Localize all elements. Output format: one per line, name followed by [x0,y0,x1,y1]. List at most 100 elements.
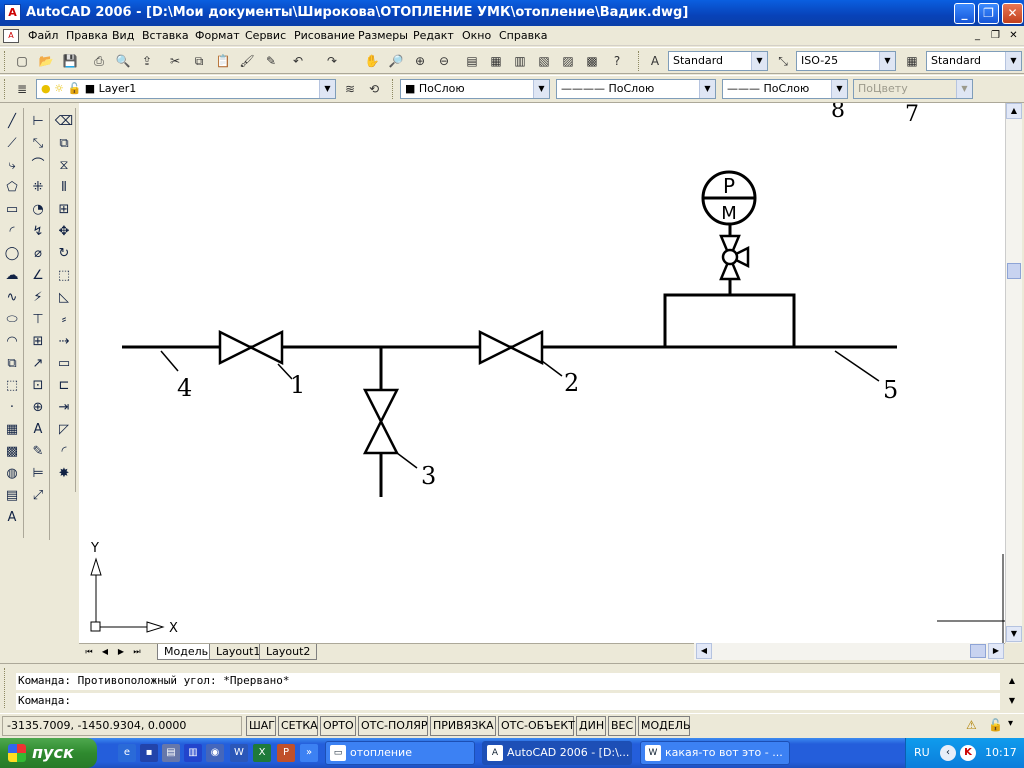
layer-manager-icon[interactable]: ≣ [12,79,32,99]
tool-palettes-icon[interactable]: ▥ [510,51,530,71]
menu-help[interactable]: Справка [495,29,551,42]
toolbar-grip[interactable] [392,79,395,99]
point-icon[interactable]: · [2,398,22,418]
chamfer-icon[interactable]: ◸ [54,420,74,440]
command-grip[interactable] [4,668,10,708]
make-block-icon[interactable]: ⬚ [2,376,22,396]
chevron-down-icon[interactable]: ▼ [751,52,767,70]
task-explorer[interactable]: ▭ отопление [325,741,475,765]
command-scroll-down-icon[interactable]: ▼ [1004,693,1020,709]
rotate-icon[interactable]: ↻ [54,244,74,264]
command-input[interactable]: Команда: [16,693,1000,710]
center-mark-icon[interactable]: ⊕ [28,398,48,418]
scroll-down-icon[interactable]: ▼ [1006,626,1022,642]
menu-window[interactable]: Окно [458,29,495,42]
angular-dimension-icon[interactable]: ∠ [28,266,48,286]
color-combo[interactable]: ■ ПоСлою ▼ [400,79,550,99]
revision-cloud-icon[interactable]: ☁ [2,266,22,286]
redo-icon[interactable]: ↷ [322,51,342,71]
quick-dimension-icon[interactable]: ⚡ [28,288,48,308]
scale-icon[interactable]: ⬚ [54,266,74,286]
new-file-icon[interactable]: ▢ [12,51,32,71]
linetype-combo[interactable]: ———— ПоСлою ▼ [556,79,716,99]
toolbar-grip[interactable] [4,79,7,99]
menu-edit[interactable]: Правка [62,29,112,42]
model-toggle[interactable]: МОДЕЛЬ [638,716,691,736]
archive-icon[interactable]: ▤ [162,744,180,762]
explode-icon[interactable]: ✸ [54,464,74,484]
publish-icon[interactable]: ⇪ [137,51,157,71]
ortho-toggle[interactable]: ОРТО [320,716,356,736]
toolbar-grip[interactable] [638,51,641,71]
scroll-right-icon[interactable]: ▶ [988,643,1004,659]
zoom-realtime-icon[interactable]: 🔎 [386,51,406,71]
restore-button[interactable]: ❐ [978,3,999,24]
table-icon[interactable]: ▤ [2,486,22,506]
task-autocad[interactable]: A AutoCAD 2006 - [D:\... [482,741,632,765]
ie-icon[interactable]: e [118,744,136,762]
scroll-thumb[interactable] [1007,263,1021,279]
multiline-text-icon[interactable]: A [2,508,22,528]
block-editor-icon[interactable]: ✎ [261,51,281,71]
menu-modify[interactable]: Редакт [409,29,458,42]
start-button[interactable]: пуск [0,738,97,768]
polygon-icon[interactable]: ⬠ [2,178,22,198]
diameter-dimension-icon[interactable]: ⌀ [28,244,48,264]
trim-icon[interactable]: ⸗ [54,310,74,330]
spline-icon[interactable]: ∿ [2,288,22,308]
command-scroll-up-icon[interactable]: ▲ [1004,673,1020,689]
lock-icon[interactable]: 🔓 [988,718,1004,734]
markup-icon[interactable]: ▨ [558,51,578,71]
radius-dimension-icon[interactable]: ◔ [28,200,48,220]
toolbar-grip[interactable] [4,51,7,71]
erase-icon[interactable]: ⌫ [54,112,74,132]
tab-model[interactable]: Модель [157,644,216,660]
language-indicator[interactable]: RU [914,746,930,759]
dimension-style-icon[interactable]: ⤢ [28,486,48,506]
stretch-icon[interactable]: ◺ [54,288,74,308]
tolerance-icon[interactable]: ⊡ [28,376,48,396]
zoom-previous-icon[interactable]: ⊖ [434,51,454,71]
move-icon[interactable]: ✥ [54,222,74,242]
chevron-down-icon[interactable]: ▼ [879,52,895,70]
paste-icon[interactable]: 📋 [213,51,233,71]
chevron-down-icon[interactable]: ▼ [699,80,715,98]
tray-back-icon[interactable]: ‹ [940,745,956,761]
break-icon[interactable]: ⊏ [54,376,74,396]
grid-toggle[interactable]: СЕТКА [278,716,318,736]
menu-dimension[interactable]: Размеры [354,29,412,42]
minimize-button[interactable]: _ [954,3,975,24]
menu-format[interactable]: Формат [191,29,244,42]
snap-toggle[interactable]: ШАГ [246,716,276,736]
rectangle-icon[interactable]: ▭ [2,200,22,220]
doc-minimize-button[interactable]: _ [970,29,985,43]
book-icon[interactable]: ▥ [184,744,202,762]
menu-file[interactable]: Файл [24,29,62,42]
next-tab-icon[interactable]: ▶ [114,645,128,659]
pan-icon[interactable]: ✋ [362,51,382,71]
browser-icon[interactable]: ◉ [206,744,224,762]
arc-length-icon[interactable]: ⌒ [28,156,48,176]
undo-icon[interactable]: ↶ [288,51,308,71]
otrack-toggle[interactable]: ОТС-ОБЪЕКТ [498,716,575,736]
baseline-dimension-icon[interactable]: ⊤ [28,310,48,330]
first-tab-icon[interactable]: ⏮ [82,645,96,659]
insert-block-icon[interactable]: ⧉ [2,354,22,374]
close-button[interactable]: ✕ [1002,3,1023,24]
calculator-icon[interactable]: ▩ [582,51,602,71]
extend-icon[interactable]: ⇢ [54,332,74,352]
break-at-point-icon[interactable]: ▭ [54,354,74,374]
lineweight-toggle[interactable]: ВЕС [608,716,636,736]
join-icon[interactable]: ⇥ [54,398,74,418]
menu-tools[interactable]: Сервис [241,29,290,42]
match-properties-icon[interactable]: 🖌 [237,51,257,71]
dimension-text-edit-icon[interactable]: ✎ [28,442,48,462]
quick-leader-icon[interactable]: ↗ [28,354,48,374]
circle-icon[interactable]: ◯ [2,244,22,264]
plot-preview-icon[interactable]: 🔍 [113,51,133,71]
ordinate-dimension-icon[interactable]: ⁜ [28,178,48,198]
dyn-toggle[interactable]: ДИН [576,716,606,736]
linear-dimension-icon[interactable]: ⊢ [28,112,48,132]
chevron-down-icon[interactable]: ▼ [319,80,335,98]
menu-insert[interactable]: Вставка [138,29,193,42]
